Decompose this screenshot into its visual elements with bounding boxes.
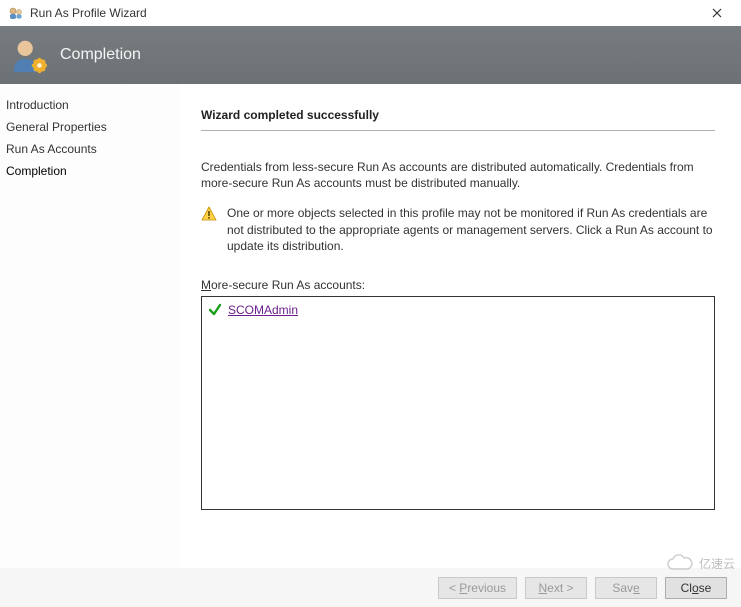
close-icon — [712, 8, 722, 18]
close-rest: se — [699, 581, 712, 595]
warning-icon — [201, 206, 217, 222]
account-row: SCOMAdmin — [208, 301, 708, 319]
previous-button: < Previous — [438, 577, 517, 599]
accounts-listbox[interactable]: SCOMAdmin — [201, 296, 715, 510]
page-heading: Wizard completed successfully — [201, 108, 715, 131]
next-hotkey: N — [538, 581, 547, 595]
sidebar-item-completion[interactable]: Completion — [6, 160, 173, 182]
sidebar-item-general-properties[interactable]: General Properties — [6, 116, 173, 138]
close-hotkey: o — [692, 581, 699, 595]
banner-user-gear-icon — [10, 36, 48, 74]
description-text: Credentials from less-secure Run As acco… — [201, 159, 715, 191]
close-button[interactable] — [697, 0, 737, 26]
warning-text: One or more objects selected in this pro… — [227, 205, 715, 254]
next-button: Next > — [525, 577, 587, 599]
titlebar: Run As Profile Wizard — [0, 0, 741, 26]
save-hotkey: e — [633, 581, 640, 595]
close-footer-button[interactable]: Close — [665, 577, 727, 599]
next-rest: ext > — [547, 581, 573, 595]
sidebar-item-run-as-accounts[interactable]: Run As Accounts — [6, 138, 173, 160]
window-title: Run As Profile Wizard — [30, 6, 697, 20]
sidebar-item-introduction[interactable]: Introduction — [6, 94, 173, 116]
app-icon — [8, 5, 24, 21]
accounts-list-label-rest: ore-secure Run As accounts: — [211, 278, 365, 292]
warning-row: One or more objects selected in this pro… — [201, 205, 715, 254]
accounts-list-label-hotkey: M — [201, 278, 211, 292]
save-button: Save — [595, 577, 657, 599]
close-pre: Cl — [681, 581, 692, 595]
save-pre: Sav — [612, 581, 633, 595]
banner-title: Completion — [60, 46, 141, 64]
account-link[interactable]: SCOMAdmin — [228, 303, 298, 317]
banner: Completion — [0, 26, 741, 84]
footer: < Previous Next > Save Close — [0, 567, 741, 607]
sidebar: Introduction General Properties Run As A… — [0, 84, 179, 567]
accounts-list-label: More-secure Run As accounts: — [201, 278, 715, 292]
content: Wizard completed successfully Credential… — [179, 84, 741, 567]
previous-rest: revious — [467, 581, 506, 595]
body: Introduction General Properties Run As A… — [0, 84, 741, 567]
checkmark-icon — [208, 303, 222, 317]
